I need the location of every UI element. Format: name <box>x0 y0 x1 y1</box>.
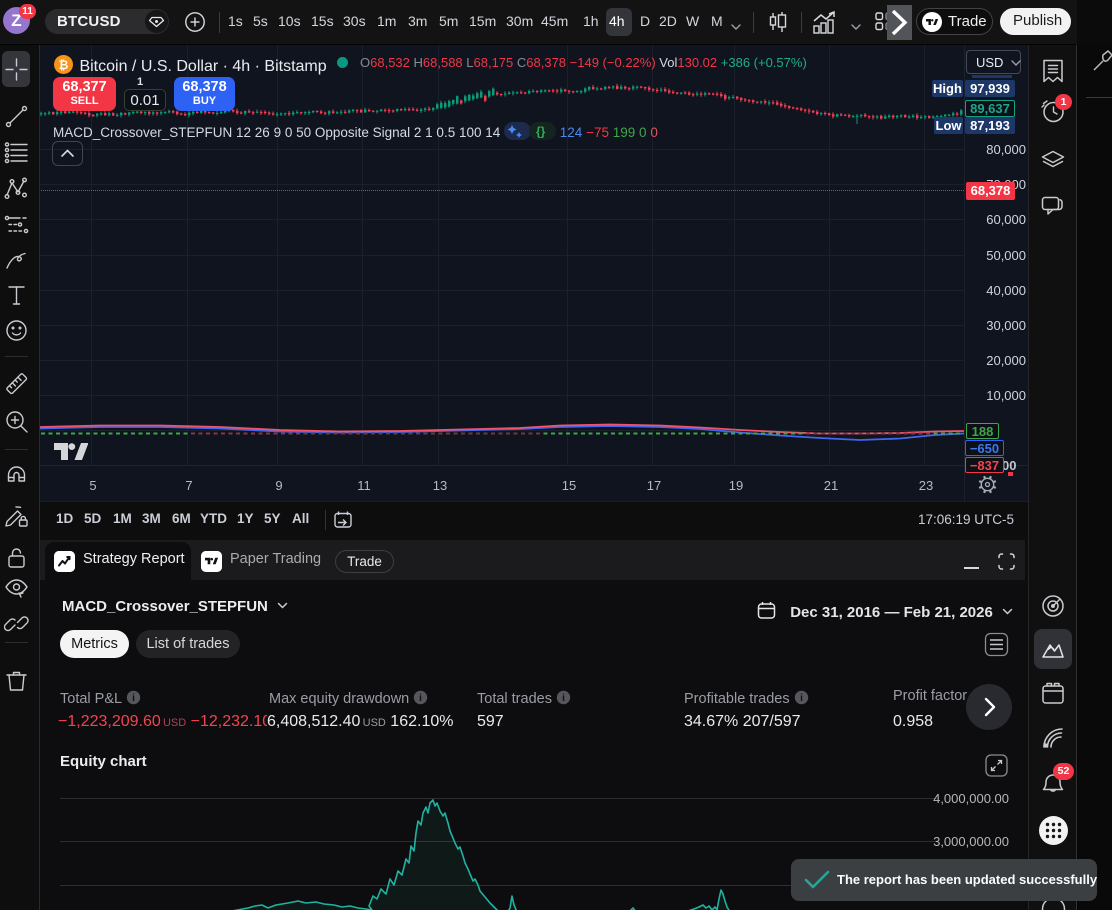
svg-text:i: i <box>132 693 135 704</box>
svg-text:i: i <box>562 693 565 704</box>
svg-text:{}: {} <box>536 125 546 139</box>
svg-text:i: i <box>800 693 803 704</box>
svg-text:₿: ₿ <box>59 58 69 72</box>
svg-text:i: i <box>419 693 422 704</box>
